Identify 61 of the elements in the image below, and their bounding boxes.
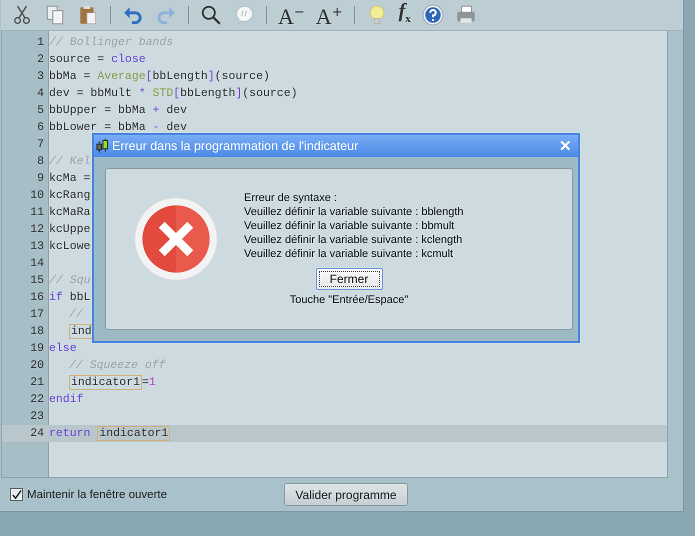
line-number: 15 [29, 274, 45, 287]
function-button[interactable]: f$_{x}$ [398, 0, 411, 30]
speech-bubble-icon[interactable] [233, 4, 255, 26]
line-number: 11 [29, 206, 45, 219]
font-size-button[interactable]: A$^{−}$ [278, 2, 305, 28]
code-line: kcRang [48, 189, 90, 202]
code-line: bbMa = Average[bbLength](source) [48, 70, 270, 83]
line-number: 24 [29, 427, 45, 440]
error-message: Veuillez définir la variable suivante : kclength [244, 233, 464, 247]
line-number: 7 [36, 138, 45, 151]
code-line: else [48, 342, 77, 355]
line-number: 18 [29, 325, 45, 338]
code-line: endif [48, 393, 84, 406]
keyboard-hint: Touche "Entrée/Espace" [290, 294, 408, 306]
code-line: if bbL [48, 291, 90, 304]
error-heading: Erreur de syntaxe : [244, 191, 338, 205]
code-line: kcMaRa [48, 206, 90, 219]
candlestick-icon [96, 138, 109, 154]
code-line: dev = bbMult * STD[bbLength](source) [48, 87, 298, 100]
error-message: Veuillez définir la variable suivante : bblength [244, 205, 464, 219]
validate-button[interactable]: Valider programme [284, 483, 408, 506]
code-line: return indicator1 [48, 427, 170, 440]
help-icon[interactable] [422, 4, 444, 26]
line-number: 23 [29, 410, 45, 423]
line-number: 9 [36, 172, 45, 185]
line-number: 19 [29, 342, 45, 355]
line-number: 6 [36, 121, 45, 134]
code-line: kcUppe [48, 223, 90, 236]
line-number: 20 [29, 359, 45, 372]
dialog-title: Erreur dans la programmation de l'indicateur [112, 139, 360, 153]
code-line: // [68, 308, 83, 321]
error-icon [134, 197, 218, 281]
line-number: 12 [29, 223, 45, 236]
line-number: 17 [29, 308, 45, 321]
error-message: Veuillez définir la variable suivante : kcmult [244, 247, 454, 261]
copy-icon[interactable] [44, 4, 66, 26]
code-line: kcMa = [48, 172, 90, 185]
code-line: indicator1 =1 [68, 376, 156, 389]
line-number: 21 [29, 376, 45, 389]
line-number: 10 [29, 189, 45, 202]
checkbox[interactable] [10, 488, 23, 501]
line-number: 4 [36, 87, 45, 100]
line-number: 5 [36, 104, 45, 117]
error-message: Veuillez définir la variable suivante : bbmult [244, 219, 456, 233]
scissors-icon[interactable] [11, 4, 33, 26]
search-icon[interactable] [200, 4, 222, 26]
line-number: 1 [36, 36, 45, 49]
code-line: source = close [48, 53, 146, 66]
line-number: 8 [36, 155, 45, 168]
line-number: 14 [29, 257, 45, 270]
code-line: bbUpper = bbMa + dev [48, 104, 188, 117]
code-line: kcLowe [48, 240, 90, 253]
line-number: 2 [36, 53, 45, 66]
line-number: 22 [29, 393, 45, 406]
code-line: bbLower = bbMa - dev [48, 121, 188, 134]
line-number: 3 [36, 70, 45, 83]
close-dialog-button[interactable]: Fermer [316, 268, 382, 290]
font-size-button[interactable]: A$^{+}$ [316, 2, 343, 28]
checkbox-label: Maintenir la fenêtre ouverte [27, 488, 167, 500]
line-number: 13 [29, 240, 45, 253]
line-number: 16 [29, 291, 45, 304]
